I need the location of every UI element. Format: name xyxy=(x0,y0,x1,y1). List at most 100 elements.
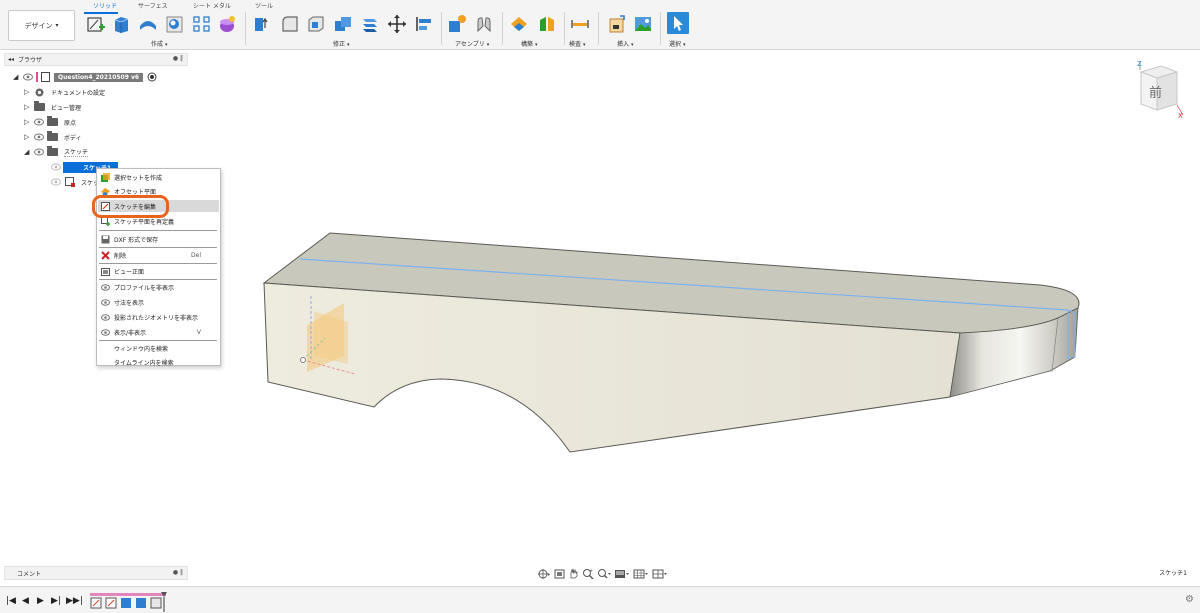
inspect-menu[interactable]: 検査 ▾ xyxy=(569,39,586,48)
shell-icon[interactable] xyxy=(306,14,326,34)
go-to-end-button[interactable]: ▶▶| xyxy=(66,596,83,606)
tab-tools[interactable]: ツール xyxy=(255,1,273,10)
menu-item-show-dimensions[interactable]: 寸法を表示 xyxy=(98,296,219,308)
active-sketch-status: スケッチ1 xyxy=(1159,570,1187,577)
extrude-icon[interactable] xyxy=(111,14,131,34)
expanded-triangle-icon[interactable]: ◢ xyxy=(13,73,20,81)
select-button[interactable] xyxy=(667,12,689,34)
blank-icon xyxy=(101,358,110,367)
timeline-sketch-feature[interactable] xyxy=(90,597,102,609)
insert-menu[interactable]: 挿入 ▾ xyxy=(617,39,634,48)
press-pull-icon[interactable] xyxy=(252,14,272,34)
zoom-window-icon[interactable]: + xyxy=(582,568,594,579)
tab-surface[interactable]: サーフェス xyxy=(138,1,168,10)
timeline-sketch-feature[interactable] xyxy=(105,597,117,609)
menu-item-find-in-timeline[interactable]: タイムライン内を検索 xyxy=(98,356,219,368)
tab-solid[interactable]: ソリッド xyxy=(93,1,117,10)
tree-item-bodies[interactable]: ▷ ボディ xyxy=(24,131,82,143)
browser-panel-options[interactable]: ● ‖ xyxy=(173,55,183,62)
menu-item-find-in-window[interactable]: ウィンドウ内を検索 xyxy=(98,342,219,354)
modify-menu[interactable]: 修正 ▾ xyxy=(333,39,350,48)
timeline-fillet-feature[interactable] xyxy=(150,597,162,609)
step-back-button[interactable]: ◀ xyxy=(22,596,29,606)
insert-canvas-icon[interactable] xyxy=(633,14,653,34)
timeline-extrude-feature[interactable] xyxy=(136,598,146,608)
fillet-icon[interactable] xyxy=(280,14,300,34)
sketch-icon xyxy=(65,176,75,187)
tree-item-named-views[interactable]: ▷ ビュー管理 xyxy=(24,101,81,113)
insert-derive-icon[interactable] xyxy=(607,14,627,34)
timeline-extrude-feature[interactable] xyxy=(121,598,131,608)
eye-icon xyxy=(101,313,110,321)
eye-icon[interactable] xyxy=(51,178,61,186)
activate-radio-icon[interactable] xyxy=(147,72,157,82)
play-button[interactable]: ▶ xyxy=(37,596,44,606)
eye-icon[interactable] xyxy=(23,73,33,81)
menu-item-label: ウィンドウ内を検索 xyxy=(114,345,169,353)
joint-icon[interactable] xyxy=(474,14,494,34)
tree-root[interactable]: ◢ Question4_20210509 v6 xyxy=(13,71,157,83)
viewcube[interactable]: 前 Z X xyxy=(1135,60,1185,120)
assemble-menu[interactable]: アセンブリ ▾ xyxy=(455,39,489,48)
menu-item-hide-projected-geometry[interactable]: 投影されたジオメトリを非表示 xyxy=(98,311,219,323)
step-forward-button[interactable]: ▶| xyxy=(51,596,61,606)
menu-item-hide-profile[interactable]: プロファイルを非表示 xyxy=(98,281,219,293)
new-component-assemble-icon[interactable] xyxy=(447,14,467,34)
go-to-start-button[interactable]: |◀ xyxy=(6,596,16,606)
select-menu[interactable]: 選択 ▾ xyxy=(669,39,686,48)
collapse-panel-icon[interactable]: ◂◂ xyxy=(8,56,14,63)
grid-icon[interactable] xyxy=(633,568,649,579)
tree-item-sketch2[interactable]: スケッ xyxy=(48,176,99,188)
menu-item-label: DXF 形式で保存 xyxy=(114,236,159,244)
measure-icon[interactable] xyxy=(570,14,590,34)
look-at-icon[interactable] xyxy=(554,568,565,579)
create-label: 作成 xyxy=(151,41,164,48)
expanded-triangle-icon[interactable]: ◢ xyxy=(24,148,31,156)
eye-icon[interactable] xyxy=(34,133,44,141)
menu-item-show-hide[interactable]: 表示/非表示 V xyxy=(98,326,219,338)
offset-plane-icon[interactable] xyxy=(509,14,529,34)
offset-face-icon[interactable] xyxy=(360,14,380,34)
menu-item-save-dxf[interactable]: DXF 形式で保存 xyxy=(98,233,219,245)
zoom-icon[interactable] xyxy=(597,568,611,579)
toolbar: デザイン ▾ ソリッド サーフェス シート メタル ツール 作成 ▾ 修正 ▾ … xyxy=(0,0,1200,50)
menu-item-delete[interactable]: 削除 Del xyxy=(98,249,219,261)
timeline-track[interactable] xyxy=(90,592,170,612)
create-menu[interactable]: 作成 ▾ xyxy=(151,39,168,48)
collapsed-triangle-icon[interactable]: ▷ xyxy=(24,133,31,141)
pattern-icon[interactable] xyxy=(192,14,212,34)
workspace-switcher[interactable]: デザイン ▾ xyxy=(8,10,75,41)
collapsed-triangle-icon[interactable]: ▷ xyxy=(24,88,31,96)
app-window: デザイン ▾ ソリッド サーフェス シート メタル ツール 作成 ▾ 修正 ▾ … xyxy=(0,0,1200,613)
eye-icon[interactable] xyxy=(34,148,44,156)
hole-icon[interactable] xyxy=(164,14,184,34)
toolbar-divider xyxy=(660,12,661,45)
display-settings-icon[interactable] xyxy=(614,568,630,579)
move-icon[interactable] xyxy=(387,14,407,34)
eye-icon[interactable] xyxy=(51,163,61,171)
tree-item-origin[interactable]: ▷ 原点 xyxy=(24,116,76,128)
menu-item-look-at[interactable]: ビュー正面 xyxy=(98,265,219,277)
construct-menu[interactable]: 構築 ▾ xyxy=(521,39,538,48)
tab-sheet-metal[interactable]: シート メタル xyxy=(193,1,231,10)
create-sketch-icon[interactable] xyxy=(86,14,106,34)
combine-icon[interactable] xyxy=(333,14,353,34)
comments-panel[interactable]: コメント ● ‖ xyxy=(4,566,188,580)
align-icon[interactable] xyxy=(414,14,434,34)
eye-icon[interactable] xyxy=(34,118,44,126)
orbit-icon[interactable] xyxy=(537,568,551,579)
folder-icon xyxy=(47,131,58,141)
plane-at-angle-icon[interactable] xyxy=(537,14,557,34)
gear-icon[interactable]: ⚙ xyxy=(1185,594,1194,605)
pan-icon[interactable] xyxy=(568,568,579,579)
comments-panel-options[interactable]: ● ‖ xyxy=(173,569,183,576)
new-component-icon[interactable] xyxy=(217,14,237,34)
collapsed-triangle-icon[interactable]: ▷ xyxy=(24,118,31,126)
menu-separator xyxy=(99,279,217,280)
collapsed-triangle-icon[interactable]: ▷ xyxy=(24,103,31,111)
tree-item-document-settings[interactable]: ▷ ドキュメントの設定 xyxy=(24,86,105,98)
viewports-icon[interactable] xyxy=(652,568,668,579)
menu-item-create-selection-set[interactable]: 選択セットを作成 xyxy=(98,171,219,183)
tree-item-sketches[interactable]: ◢ スケッチ xyxy=(24,146,89,158)
revolve-icon[interactable] xyxy=(138,14,158,34)
